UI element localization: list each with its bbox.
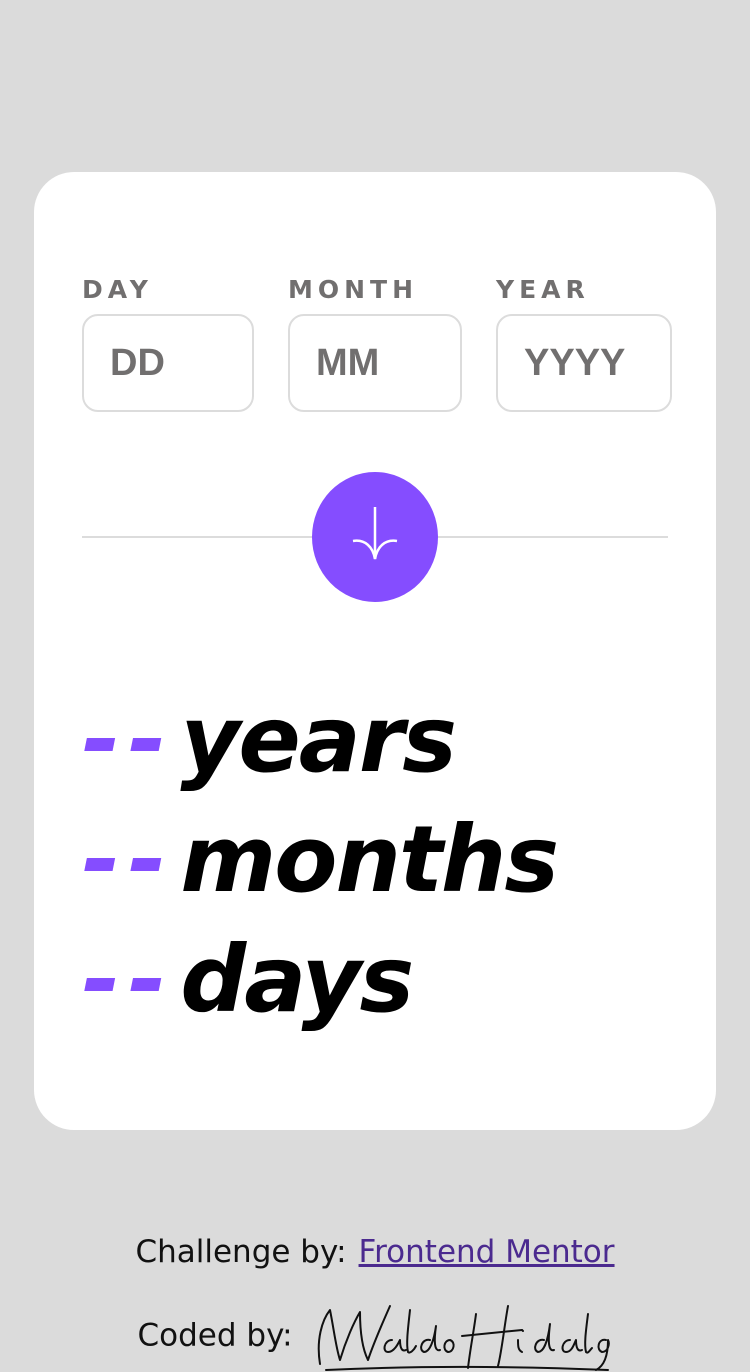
result-years: --years (82, 680, 557, 800)
day-label: DAY (82, 275, 153, 304)
results: --years --months --days (82, 680, 559, 1040)
years-unit: years (180, 686, 457, 793)
days-value: -- (82, 926, 175, 1033)
year-label: YEAR (496, 275, 590, 304)
year-input[interactable] (496, 314, 672, 412)
day-input[interactable] (82, 314, 254, 412)
result-days: --days (82, 920, 557, 1040)
years-value: -- (82, 686, 175, 793)
day-field: DAY (82, 275, 254, 412)
arrow-down-icon (352, 507, 398, 560)
challenge-prefix: Challenge by: (135, 1234, 347, 1270)
age-calculator-card: DAY MONTH YEAR --years --months --days (34, 172, 716, 1130)
challenge-attribution: Challenge by: Frontend Mentor (0, 1234, 750, 1270)
year-field: YEAR (496, 275, 672, 412)
signature-image[interactable] (312, 1300, 612, 1372)
month-input[interactable] (288, 314, 462, 412)
coded-prefix: Coded by: (137, 1317, 293, 1354)
month-field: MONTH (288, 275, 462, 412)
days-unit: days (180, 926, 414, 1033)
coded-attribution: Coded by: (0, 1300, 750, 1372)
submit-button[interactable] (312, 472, 438, 602)
months-value: -- (82, 806, 175, 913)
months-unit: months (180, 806, 559, 913)
result-months: --months (82, 800, 559, 920)
month-label: MONTH (288, 275, 419, 304)
frontend-mentor-link[interactable]: Frontend Mentor (359, 1234, 615, 1270)
